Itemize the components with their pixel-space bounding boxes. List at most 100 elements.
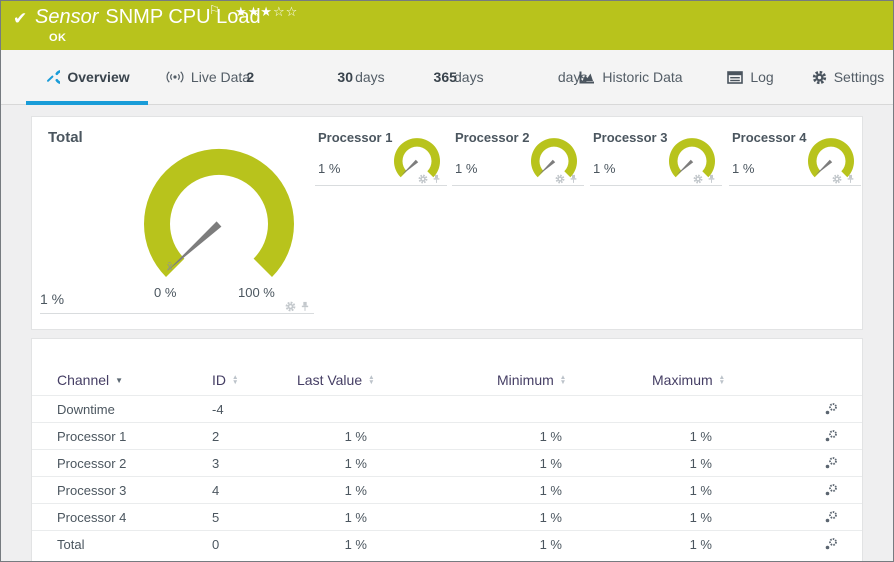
- gauge-value: 1 %: [455, 161, 478, 176]
- star-rating[interactable]: ★★★☆☆: [235, 4, 298, 20]
- tab-label: Overview: [67, 69, 130, 85]
- column-header-last-value[interactable]: Last Value ▲ ▼: [297, 372, 457, 388]
- tab-overview[interactable]: Overview: [26, 50, 148, 105]
- channel-settings-icon[interactable]: [824, 429, 862, 443]
- pin-icon[interactable]: [707, 174, 716, 184]
- channel-id: 0: [212, 536, 220, 552]
- channel-name: Processor 3: [57, 482, 127, 498]
- gauge-value: 1 %: [40, 291, 65, 307]
- tab-label: Log: [750, 69, 774, 85]
- divider: [315, 185, 447, 186]
- channel-settings-icon[interactable]: [824, 456, 862, 470]
- tab-label: Settings: [833, 69, 885, 85]
- last-value: 1 %: [344, 482, 367, 498]
- maximum-value: 1 %: [689, 509, 712, 525]
- table-row[interactable]: Processor 3 4 1 % 1 % 1 %: [32, 476, 862, 503]
- sort-icon: ▲ ▼: [559, 374, 567, 386]
- sort-icon: ▲ ▼: [232, 374, 239, 386]
- gauge-overview-panel: Total x̄ 0 % 100 % 1 % Processor 1 1 % P…: [31, 116, 863, 330]
- maximum-value: 1 %: [689, 536, 712, 552]
- tab-log[interactable]: Log: [698, 50, 803, 104]
- channel-table-panel: Channel ▼ ID ▲ ▼ Last Value ▲ ▼ Minimum ▲ ▼…: [31, 338, 863, 561]
- gear-icon[interactable]: [832, 174, 842, 184]
- minimum-value: 1 %: [539, 482, 562, 498]
- mean-marker: x̄: [167, 261, 173, 273]
- pin-icon[interactable]: [569, 174, 578, 184]
- status-check-icon: ✔: [13, 9, 28, 28]
- divider: [452, 185, 584, 186]
- gear-icon[interactable]: [285, 301, 296, 312]
- gauge-processor-2: Processor 2 1 %: [452, 117, 586, 207]
- page-title: Sensor SNMP CPU Load: [35, 6, 261, 29]
- channel-settings-icon[interactable]: [824, 537, 862, 551]
- live-data-icon: [166, 71, 184, 83]
- channel-table: Channel ▼ ID ▲ ▼ Last Value ▲ ▼ Minimum ▲ ▼…: [32, 339, 862, 557]
- sensor-kind-label: Sensor: [35, 6, 99, 28]
- minimum-value: 1 %: [539, 455, 562, 471]
- channel-name: Processor 1: [57, 428, 127, 444]
- gauge-value: 1 %: [318, 161, 341, 176]
- total-gauge-dial: [144, 148, 294, 277]
- table-header-row: Channel ▼ ID ▲ ▼ Last Value ▲ ▼ Minimum ▲ ▼…: [32, 365, 862, 395]
- channel-settings-icon[interactable]: [824, 402, 862, 416]
- sort-icon: ▲ ▼: [718, 374, 726, 386]
- channel-name: Downtime: [57, 401, 115, 417]
- table-row[interactable]: Processor 4 5 1 % 1 % 1 %: [32, 503, 862, 530]
- last-value: 1 %: [344, 536, 367, 552]
- gauge-scale-max: 100 %: [238, 285, 275, 300]
- gauge-title: Processor 3: [593, 130, 668, 145]
- flag-icon[interactable]: ⚐: [209, 3, 220, 17]
- channel-name: Processor 2: [57, 455, 127, 471]
- maximum-value: 1 %: [689, 455, 712, 471]
- gauge-title: Processor 4: [732, 130, 807, 145]
- channel-id: 5: [212, 509, 220, 525]
- log-icon: [727, 70, 744, 84]
- tab-number: 30: [337, 69, 353, 85]
- chart-icon: [579, 71, 595, 83]
- settings-gear-icon: [812, 70, 826, 84]
- table-row[interactable]: Processor 2 3 1 % 1 % 1 %: [32, 449, 862, 476]
- maximum-value: 1 %: [689, 428, 712, 444]
- last-value: 1 %: [344, 509, 367, 525]
- minimum-value: 1 %: [539, 509, 562, 525]
- tab-settings[interactable]: Settings: [803, 50, 893, 104]
- column-header-minimum[interactable]: Minimum ▲ ▼: [457, 372, 652, 388]
- pin-icon[interactable]: [300, 301, 310, 312]
- tab-365-days[interactable]: 365 days: [434, 50, 588, 104]
- last-value: 1 %: [344, 455, 367, 471]
- maximum-value: 1 %: [689, 482, 712, 498]
- last-value: 1 %: [344, 428, 367, 444]
- minimum-value: 1 %: [539, 428, 562, 444]
- gauge-title: Total: [48, 129, 83, 146]
- gear-icon[interactable]: [693, 174, 703, 184]
- tab-historic-data[interactable]: Historic Data: [563, 50, 698, 104]
- pin-icon[interactable]: [432, 174, 441, 184]
- column-header-channel[interactable]: Channel ▼: [57, 372, 212, 388]
- sensor-header: ✔ Sensor SNMP CPU Load ⚐ ★★★☆☆ OK: [1, 1, 893, 50]
- table-row[interactable]: Processor 1 2 1 % 1 % 1 %: [32, 422, 862, 449]
- gauge-processor-4: Processor 4 1 %: [729, 117, 863, 207]
- status-badge: OK: [49, 32, 67, 44]
- gauge-processor-3: Processor 3 1 %: [590, 117, 724, 207]
- tab-number: 365: [433, 69, 457, 85]
- minimum-value: 1 %: [539, 536, 562, 552]
- channel-id: 4: [212, 482, 220, 498]
- table-row[interactable]: Downtime -4: [32, 395, 862, 422]
- channel-id: -4: [212, 401, 224, 417]
- gauge-processor-1: Processor 1 1 %: [315, 117, 449, 207]
- gauge-title: Processor 2: [455, 130, 530, 145]
- channel-settings-icon[interactable]: [824, 510, 862, 524]
- gear-icon[interactable]: [418, 174, 428, 184]
- column-header-maximum[interactable]: Maximum ▲ ▼: [652, 372, 802, 388]
- pin-icon[interactable]: [846, 174, 855, 184]
- tab-number: 2: [246, 69, 255, 85]
- divider: [729, 185, 861, 186]
- gear-icon[interactable]: [555, 174, 565, 184]
- gauge-value: 1 %: [593, 161, 616, 176]
- channel-name: Processor 4: [57, 509, 127, 525]
- channel-settings-icon[interactable]: [824, 483, 862, 497]
- sort-icon: ▲ ▼: [368, 374, 375, 386]
- table-row[interactable]: Total 0 1 % 1 % 1 %: [32, 530, 862, 557]
- column-header-id[interactable]: ID ▲ ▼: [212, 372, 297, 388]
- channel-id: 2: [212, 428, 220, 444]
